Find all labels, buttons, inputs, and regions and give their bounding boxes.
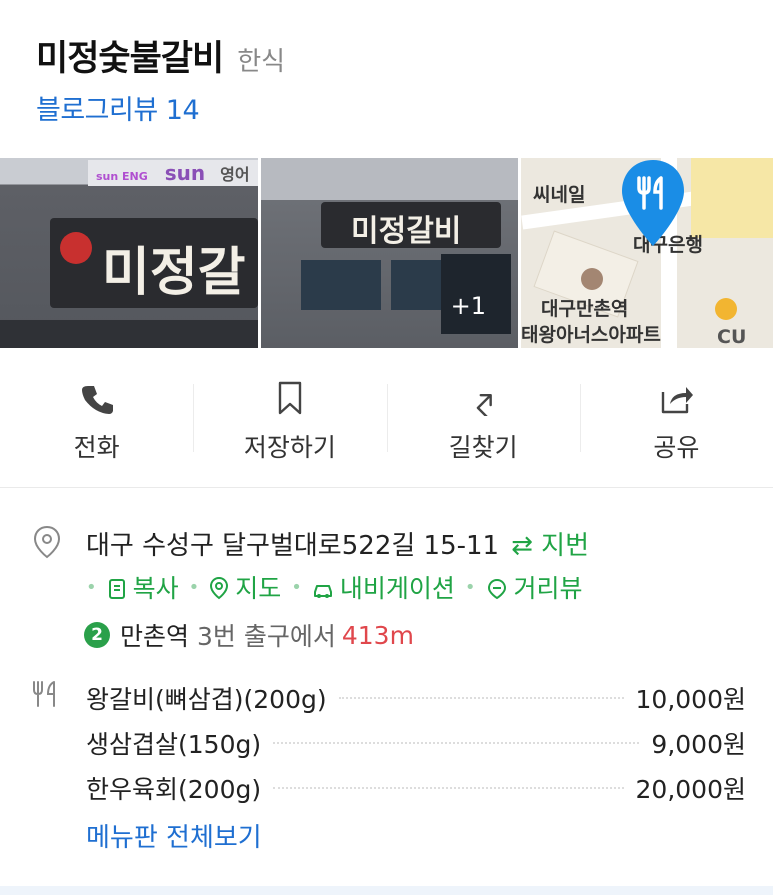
streetview-label: 거리뷰 xyxy=(513,574,583,603)
directions-label: 길찾기 xyxy=(448,433,518,462)
streetview-button[interactable]: 거리뷰 xyxy=(486,569,583,605)
menu-leader-dots xyxy=(273,741,640,744)
blog-review-link[interactable]: 블로그리뷰 14 xyxy=(36,88,200,127)
menu-item-price: 20,000원 xyxy=(635,774,746,804)
fork-knife-icon xyxy=(33,681,55,707)
menu-item: 한우육회(200g) 20,000원 xyxy=(86,765,746,810)
sign-text: 미정갈 xyxy=(102,242,246,303)
convenience-store-icon xyxy=(715,298,737,320)
navigation-button[interactable]: 내비게이션 xyxy=(312,569,455,605)
building-sign-text: 영어 xyxy=(220,165,250,184)
directions-icon xyxy=(476,393,492,416)
bottom-divider xyxy=(0,886,773,895)
map-button[interactable]: 지도 xyxy=(209,569,281,605)
separator-dot: • xyxy=(86,576,97,598)
restaurant-signboard: 미정갈 xyxy=(50,218,258,308)
map-label-nail: 씨네일 xyxy=(533,184,586,206)
location-icon xyxy=(33,525,61,559)
subway-info: 2 만촌역 3번 출구에서 413m xyxy=(84,617,414,653)
map-label-station: 대구만촌역 xyxy=(541,298,629,320)
menu-item: 생삼겹살(150g) 9,000원 xyxy=(86,720,746,765)
address-text: 대구 수성구 달구벌대로522길 15-11 xyxy=(86,531,500,561)
info-section: 대구 수성구 달구벌대로522길 15-11 ⇄ 지번 • 복사 • 지도 • 내… xyxy=(0,489,773,895)
station-distance: 413m xyxy=(341,620,414,650)
share-icon xyxy=(662,387,694,414)
phone-icon xyxy=(81,386,113,414)
call-button[interactable]: 전화 xyxy=(0,348,193,487)
map-label: 지도 xyxy=(235,574,282,603)
streetview-icon xyxy=(487,578,506,600)
share-button[interactable]: 공유 xyxy=(579,348,773,487)
storefront-photo-2[interactable]: 미정갈비 +1 xyxy=(261,158,518,348)
title-row: 미정숯불갈비 한식 xyxy=(36,30,285,81)
place-name: 미정숯불갈비 xyxy=(36,39,224,79)
jibun-toggle[interactable]: ⇄ 지번 xyxy=(511,531,589,561)
address-actions: • 복사 • 지도 • 내비게이션 • 거리뷰 xyxy=(86,569,583,605)
copy-label: 복사 xyxy=(132,574,179,603)
menu-list: 왕갈비(뼈삼겹)(200g) 10,000원 생삼겹살(150g) 9,000원… xyxy=(86,675,746,810)
navigation-label: 내비게이션 xyxy=(339,574,455,603)
action-bar: 전화 저장하기 길찾기 공유 xyxy=(0,348,773,488)
storefront-photo-1[interactable]: sun ENG sun 영어 미정갈 xyxy=(0,158,258,348)
station-exit: 3번 출구에서 xyxy=(197,622,336,651)
copy-address-button[interactable]: 복사 xyxy=(107,569,179,605)
station-name: 만촌역 xyxy=(120,622,190,651)
menu-item-price: 9,000원 xyxy=(651,729,746,759)
menu-item-price: 10,000원 xyxy=(635,684,746,714)
sign-logo xyxy=(60,232,92,264)
building-sign-text: sun ENG xyxy=(96,170,148,183)
menu-item: 왕갈비(뼈삼겹)(200g) 10,000원 xyxy=(86,675,746,720)
photo-strip: sun ENG sun 영어 미정갈 미정갈비 +1 씨네일 대구은행 대구만촌… xyxy=(0,158,773,348)
map-label-apartment: 태왕아너스아파트 xyxy=(521,324,661,346)
separator-dot: • xyxy=(464,576,476,598)
menu-item-name: 생삼겹살(150g) xyxy=(86,729,262,759)
share-label: 공유 xyxy=(653,433,700,462)
window xyxy=(301,260,381,310)
sign-text: 미정갈비 xyxy=(351,214,462,249)
map-highlight-area xyxy=(691,158,773,238)
more-photos-count: +1 xyxy=(450,292,486,320)
separator-dot: • xyxy=(291,576,302,598)
storefront-base xyxy=(0,320,258,348)
map-pin-icon xyxy=(622,160,684,246)
copy-icon xyxy=(108,579,125,599)
map-thumbnail[interactable]: 씨네일 대구은행 대구만촌역 태왕아너스아파트 CU xyxy=(521,158,773,348)
station-icon xyxy=(581,268,603,290)
building-sign-text: sun xyxy=(164,161,206,185)
save-label: 저장하기 xyxy=(243,433,336,462)
call-label: 전화 xyxy=(73,433,120,462)
subway-line-badge: 2 xyxy=(84,622,110,648)
restaurant-signboard: 미정갈비 xyxy=(321,202,501,249)
view-full-menu-link[interactable]: 메뉴판 전체보기 xyxy=(86,817,262,854)
menu-item-name: 한우육회(200g) xyxy=(86,774,262,804)
separator-dot: • xyxy=(188,576,200,598)
save-button[interactable]: 저장하기 xyxy=(193,348,386,487)
bookmark-icon xyxy=(278,381,302,415)
menu-item-name: 왕갈비(뼈삼겹)(200g) xyxy=(86,684,327,714)
building-sign-strip: sun ENG sun 영어 xyxy=(88,160,258,186)
map-label-store: CU xyxy=(717,326,747,348)
map-pin-small-icon xyxy=(210,576,229,600)
directions-button[interactable]: 길찾기 xyxy=(386,348,580,487)
address-line: 대구 수성구 달구벌대로522길 15-11 ⇄ 지번 xyxy=(86,525,589,562)
menu-leader-dots xyxy=(273,786,624,789)
car-icon xyxy=(313,585,332,598)
place-category: 한식 xyxy=(237,47,286,77)
menu-leader-dots xyxy=(338,696,624,699)
